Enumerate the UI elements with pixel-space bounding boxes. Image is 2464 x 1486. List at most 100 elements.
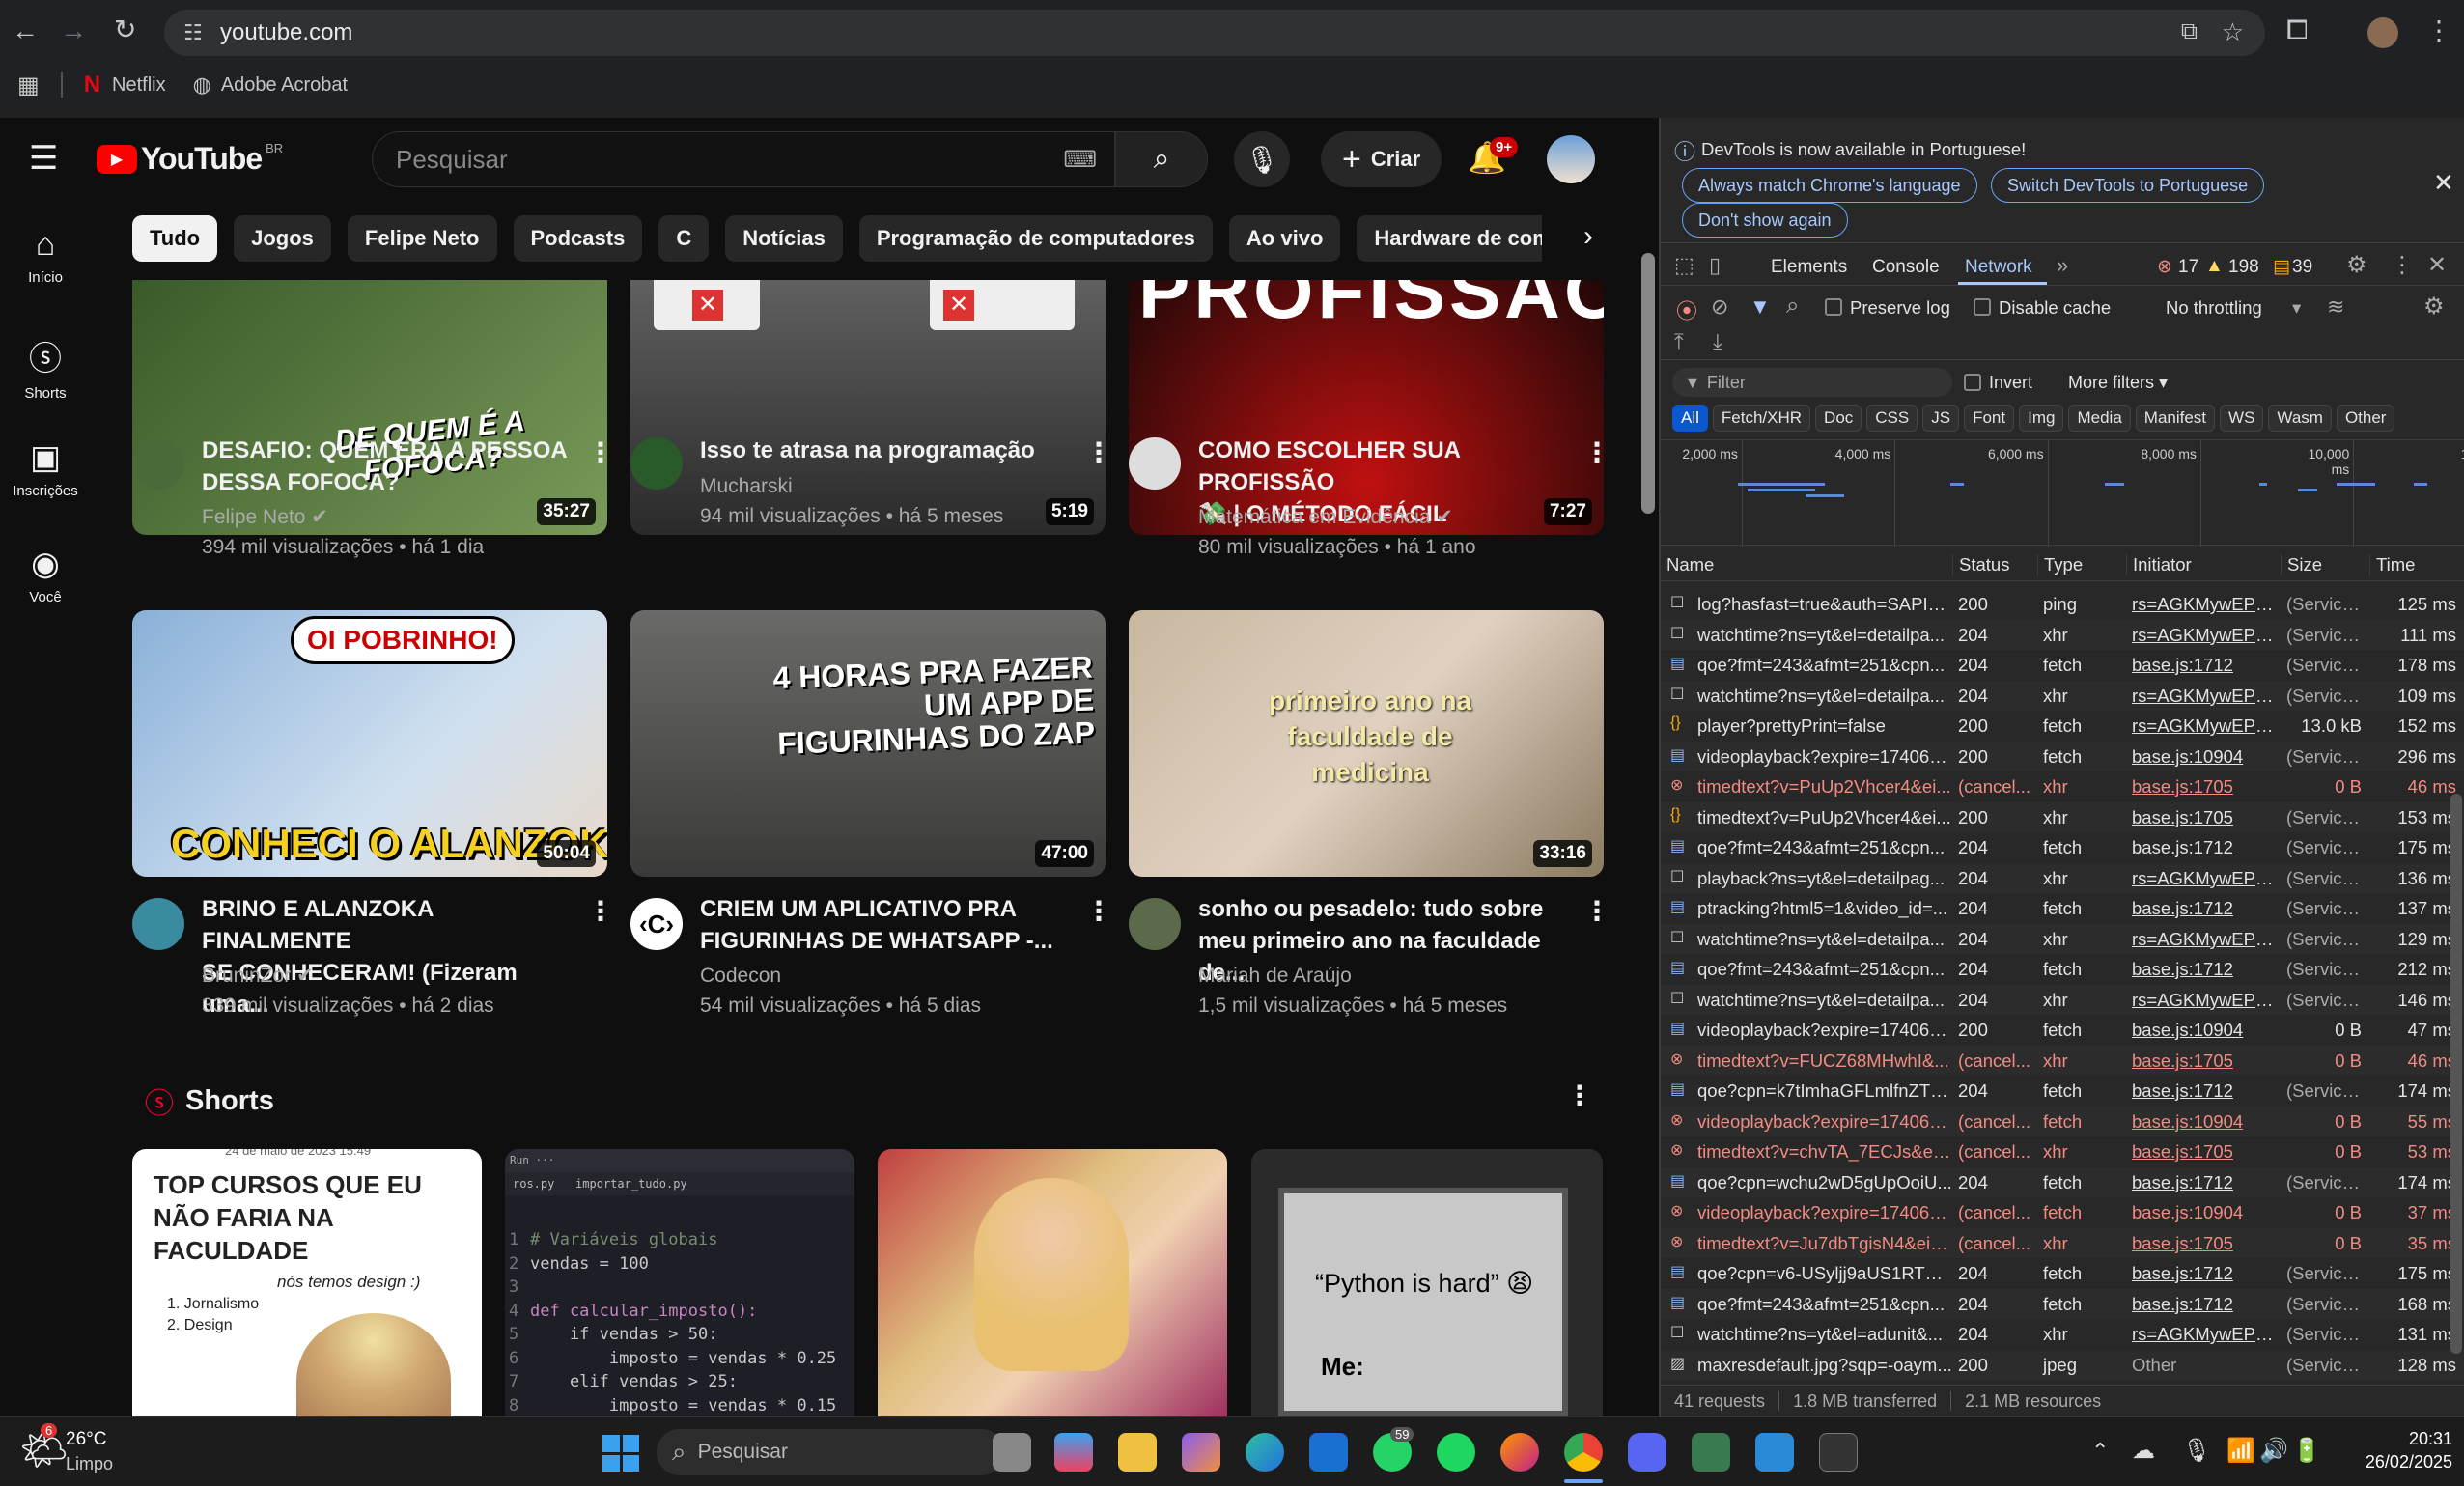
- file-explorer-icon[interactable]: [1118, 1433, 1157, 1472]
- more-menu-icon[interactable]: ⋮: [2391, 251, 2414, 279]
- microsoft-store-icon[interactable]: [1054, 1433, 1093, 1472]
- discord-icon[interactable]: [1628, 1433, 1666, 1472]
- microphone-icon[interactable]: 🎙: [2182, 1437, 2211, 1465]
- network-request-row[interactable]: timedtext?v=PuUp2Vhcer4&ei... (cancel... x…: [1661, 771, 2464, 802]
- bookmark-star-icon[interactable]: ☆: [2222, 17, 2244, 47]
- more-tabs-icon[interactable]: »: [2057, 253, 2068, 278]
- address-bar[interactable]: ☷ youtube.com ⧉ ☆: [164, 10, 2265, 56]
- request-init[interactable]: base.js:1712: [2126, 1294, 2281, 1315]
- channel-avatar[interactable]: [630, 437, 683, 490]
- back-icon[interactable]: ←: [12, 17, 39, 44]
- devtools-splitter[interactable]: [1659, 118, 1661, 1416]
- device-toolbar-icon[interactable]: ▯: [1709, 253, 1721, 278]
- network-request-row[interactable]: maxresdefault.jpg?sqp=-oaym... 200 jpeg Oth…: [1661, 1349, 2464, 1380]
- video-title[interactable]: CRIEM UM APLICATIVO PRA: [700, 893, 1067, 925]
- filter-chip[interactable]: Notícias: [725, 215, 843, 262]
- tab-console[interactable]: Console: [1872, 257, 1940, 278]
- extensions-icon[interactable]: ⧠: [2286, 16, 2308, 43]
- table-scrollbar[interactable]: [2450, 794, 2462, 1354]
- network-request-row[interactable]: videoplayback?expire=174063... 200 fetch ba…: [1661, 1015, 2464, 1046]
- channel-name[interactable]: Felipe Neto: [202, 506, 305, 528]
- filter-chip[interactable]: Programação de computadores: [858, 215, 1213, 262]
- copilot-icon[interactable]: [1182, 1433, 1220, 1472]
- tab-elements[interactable]: Elements: [1771, 257, 1847, 278]
- chevron-up-icon[interactable]: ⌃: [2091, 1439, 2109, 1464]
- network-request-row[interactable]: log?hasfast=true&auth=SAPISI... 200 ping rs…: [1661, 589, 2464, 620]
- forward-icon[interactable]: →: [60, 17, 87, 44]
- request-init[interactable]: base.js:1712: [2126, 1172, 2281, 1193]
- request-init[interactable]: rs=AGKMywEP764: [2126, 1324, 2281, 1345]
- channel-name[interactable]: Mariah de Araújo: [1198, 961, 1507, 991]
- type-filter-img[interactable]: Img: [2019, 405, 2064, 432]
- request-init[interactable]: rs=AGKMywEP764: [2126, 594, 2281, 615]
- settings-gear-icon[interactable]: ⚙: [2346, 251, 2367, 279]
- inspect-element-icon[interactable]: ⬚: [1674, 253, 1694, 278]
- taskbar-search[interactable]: ⌕ Pesquisar: [657, 1429, 1004, 1475]
- request-init[interactable]: Other: [2126, 1355, 2281, 1376]
- type-filter-manifest[interactable]: Manifest: [2135, 405, 2216, 432]
- account-avatar[interactable]: [1547, 135, 1595, 183]
- install-app-icon[interactable]: ⧉: [2181, 18, 2198, 45]
- voice-search-button[interactable]: 🎙: [1234, 131, 1290, 187]
- network-request-row[interactable]: watchtime?ns=yt&el=detailpa... 204 xhr rs=A…: [1661, 680, 2464, 711]
- network-request-row[interactable]: qoe?fmt=243&afmt=251&cpn... 204 fetch base.…: [1661, 954, 2464, 985]
- spotify-icon[interactable]: [1437, 1433, 1475, 1472]
- request-init[interactable]: rs=AGKMywEP764: [2126, 990, 2281, 1011]
- chrome-icon[interactable]: [1564, 1433, 1603, 1472]
- page-scrollbar[interactable]: [1641, 253, 1655, 514]
- type-filter-other[interactable]: Other: [2336, 405, 2395, 432]
- filter-icon[interactable]: ▼: [1750, 294, 1771, 320]
- request-init[interactable]: base.js:1712: [2126, 1263, 2281, 1284]
- video-title[interactable]: DESSA FOFOCA?: [202, 466, 569, 498]
- filter-chip[interactable]: C: [658, 215, 710, 262]
- profile-avatar[interactable]: [2367, 17, 2398, 48]
- request-init[interactable]: rs=AGKMywEP764: [2126, 929, 2281, 950]
- throttling-select[interactable]: No throttling: [2166, 297, 2262, 319]
- clock[interactable]: 20:31 26/02/2025: [2327, 1427, 2452, 1473]
- channel-avatar[interactable]: [1129, 898, 1181, 950]
- wifi-icon[interactable]: 📶: [2226, 1437, 2255, 1465]
- video-title[interactable]: DESAFIO: QUEM ERA A PESSOA: [202, 435, 569, 466]
- more-options-icon[interactable]: ⋮: [1583, 895, 1610, 927]
- video-title[interactable]: FIGURINHAS DE WHATSAPP -...: [700, 925, 1067, 957]
- request-init[interactable]: rs=AGKMywEP764: [2126, 686, 2281, 707]
- sidebar-item-inicio[interactable]: ⌂ Início: [0, 226, 91, 286]
- firefox-icon[interactable]: [1500, 1433, 1539, 1472]
- filter-input[interactable]: ▼ Filter: [1672, 368, 1952, 397]
- request-init[interactable]: base.js:1712: [2126, 959, 2281, 980]
- short-thumbnail[interactable]: [878, 1149, 1227, 1416]
- type-filter-all[interactable]: All: [1672, 405, 1708, 432]
- more-options-icon[interactable]: ⋮: [1583, 436, 1610, 468]
- request-init[interactable]: base.js:10904: [2126, 746, 2281, 768]
- channel-name[interactable]: Codecon: [700, 961, 981, 991]
- network-request-row[interactable]: videoplayback?expire=174063... (cancel...…: [1661, 1197, 2464, 1228]
- request-init[interactable]: base.js:1705: [2126, 1051, 2281, 1072]
- type-filter-js[interactable]: JS: [1922, 405, 1960, 432]
- more-options-icon[interactable]: ⋮: [587, 895, 614, 927]
- type-filter-ws[interactable]: WS: [2220, 405, 2264, 432]
- vscode-icon[interactable]: [1755, 1433, 1794, 1472]
- channel-name[interactable]: BruninZor: [202, 965, 291, 987]
- create-button[interactable]: + Criar: [1321, 131, 1442, 187]
- error-count[interactable]: 17: [2178, 257, 2198, 278]
- column-header-time[interactable]: Time: [2369, 554, 2464, 575]
- request-init[interactable]: base.js:1712: [2126, 898, 2281, 919]
- search-button[interactable]: ⌕: [1115, 131, 1208, 187]
- sidebar-item-inscricoes[interactable]: ▣ Inscrições: [0, 438, 91, 499]
- request-init[interactable]: base.js:1705: [2126, 1141, 2281, 1163]
- more-options-icon[interactable]: ⋮: [1085, 895, 1112, 927]
- network-request-row[interactable]: playback?ns=yt&el=detailpag... 204 xhr rs=A…: [1661, 862, 2464, 893]
- filter-chip[interactable]: Tudo: [132, 215, 218, 262]
- record-icon[interactable]: ⦿: [1676, 294, 1697, 325]
- network-request-row[interactable]: qoe?cpn=k7tImhaGFLmlfnZT&... 204 fetch base…: [1661, 1076, 2464, 1107]
- type-filter-media[interactable]: Media: [2068, 405, 2131, 432]
- network-request-row[interactable]: timedtext?v=chvTA_7ECJs&ei=... (cancel...…: [1661, 1136, 2464, 1167]
- cloud-icon[interactable]: ☁: [2132, 1437, 2155, 1465]
- filter-chip[interactable]: Hardware de computador: [1357, 215, 1542, 262]
- upload-icon[interactable]: ⤒: [1674, 329, 1684, 354]
- switch-language-button[interactable]: Switch DevTools to Portuguese: [1991, 168, 2265, 203]
- network-request-row[interactable]: videoplayback?expire=174063... (cancel...…: [1661, 1106, 2464, 1136]
- video-title[interactable]: BRINO E ALANZOKA FINALMENTE: [202, 893, 569, 957]
- warning-count[interactable]: 198: [2228, 257, 2259, 278]
- column-header-size[interactable]: Size: [2281, 554, 2369, 575]
